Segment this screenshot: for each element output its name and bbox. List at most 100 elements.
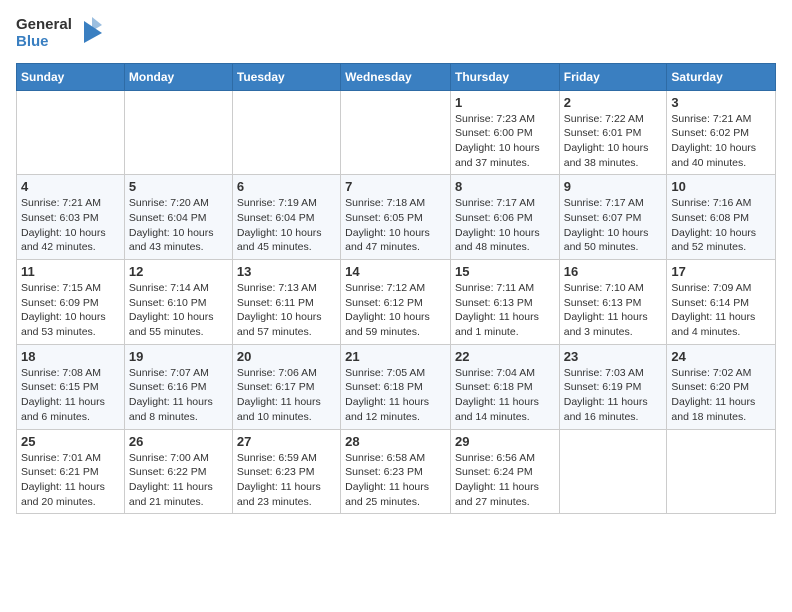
day-number: 27	[237, 434, 336, 449]
week-row-2: 4 Sunrise: 7:21 AM Sunset: 6:03 PM Daylig…	[17, 175, 776, 260]
day-info: Sunrise: 7:13 AM Sunset: 6:11 PM Dayligh…	[237, 281, 336, 340]
day-info: Sunrise: 6:58 AM Sunset: 6:23 PM Dayligh…	[345, 451, 446, 510]
day-info: Sunrise: 7:07 AM Sunset: 6:16 PM Dayligh…	[129, 366, 228, 425]
day-number: 8	[455, 179, 555, 194]
day-info: Sunrise: 6:59 AM Sunset: 6:23 PM Dayligh…	[237, 451, 336, 510]
day-number: 23	[564, 349, 663, 364]
day-number: 12	[129, 264, 228, 279]
day-number: 2	[564, 95, 663, 110]
weekday-header-friday: Friday	[559, 63, 667, 90]
week-row-1: 1 Sunrise: 7:23 AM Sunset: 6:00 PM Daylig…	[17, 90, 776, 175]
day-number: 3	[671, 95, 771, 110]
calendar-cell	[17, 90, 125, 175]
day-info: Sunrise: 7:22 AM Sunset: 6:01 PM Dayligh…	[564, 112, 663, 171]
day-number: 10	[671, 179, 771, 194]
day-info: Sunrise: 7:12 AM Sunset: 6:12 PM Dayligh…	[345, 281, 446, 340]
day-number: 29	[455, 434, 555, 449]
day-info: Sunrise: 7:03 AM Sunset: 6:19 PM Dayligh…	[564, 366, 663, 425]
day-info: Sunrise: 7:15 AM Sunset: 6:09 PM Dayligh…	[21, 281, 120, 340]
logo-text-general: General	[16, 16, 72, 33]
calendar-cell: 6Sunrise: 7:19 AM Sunset: 6:04 PM Daylig…	[232, 175, 340, 260]
day-info: Sunrise: 7:08 AM Sunset: 6:15 PM Dayligh…	[21, 366, 120, 425]
day-info: Sunrise: 7:10 AM Sunset: 6:13 PM Dayligh…	[564, 281, 663, 340]
calendar-cell	[559, 429, 667, 514]
calendar-table: SundayMondayTuesdayWednesdayThursdayFrid…	[16, 63, 776, 515]
calendar-cell: 10 Sunrise: 7:16 AM Sunset: 6:08 PM Dayli…	[667, 175, 776, 260]
day-info: Sunrise: 7:16 AM Sunset: 6:08 PM Dayligh…	[671, 196, 771, 255]
day-info: Sunrise: 7:18 AM Sunset: 6:05 PM Dayligh…	[345, 196, 446, 255]
day-info: Sunrise: 7:21 AM Sunset: 6:02 PM Dayligh…	[671, 112, 771, 171]
day-number: 26	[129, 434, 228, 449]
calendar-cell: 2 Sunrise: 7:22 AM Sunset: 6:01 PM Daylig…	[559, 90, 667, 175]
calendar-cell: 13Sunrise: 7:13 AM Sunset: 6:11 PM Dayli…	[232, 260, 340, 345]
weekday-header-row: SundayMondayTuesdayWednesdayThursdayFrid…	[17, 63, 776, 90]
day-info: Sunrise: 7:21 AM Sunset: 6:03 PM Dayligh…	[21, 196, 120, 255]
calendar-cell: 16 Sunrise: 7:10 AM Sunset: 6:13 PM Dayli…	[559, 260, 667, 345]
day-number: 28	[345, 434, 446, 449]
day-number: 1	[455, 95, 555, 110]
day-info: Sunrise: 7:06 AM Sunset: 6:17 PM Dayligh…	[237, 366, 336, 425]
week-row-3: 11 Sunrise: 7:15 AM Sunset: 6:09 PM Dayli…	[17, 260, 776, 345]
calendar-cell: 19 Sunrise: 7:07 AM Sunset: 6:16 PM Dayli…	[124, 344, 232, 429]
calendar-cell: 24Sunrise: 7:02 AM Sunset: 6:20 PM Dayli…	[667, 344, 776, 429]
day-info: Sunrise: 7:01 AM Sunset: 6:21 PM Dayligh…	[21, 451, 120, 510]
day-number: 16	[564, 264, 663, 279]
weekday-header-sunday: Sunday	[17, 63, 125, 90]
calendar-cell: 15 Sunrise: 7:11 AM Sunset: 6:13 PM Dayli…	[450, 260, 559, 345]
week-row-4: 18 Sunrise: 7:08 AM Sunset: 6:15 PM Dayli…	[17, 344, 776, 429]
calendar-cell: 4 Sunrise: 7:21 AM Sunset: 6:03 PM Daylig…	[17, 175, 125, 260]
calendar-cell: 17 Sunrise: 7:09 AM Sunset: 6:14 PM Dayli…	[667, 260, 776, 345]
day-info: Sunrise: 7:00 AM Sunset: 6:22 PM Dayligh…	[129, 451, 228, 510]
weekday-header-tuesday: Tuesday	[232, 63, 340, 90]
logo: General Blue	[16, 16, 106, 51]
day-number: 19	[129, 349, 228, 364]
calendar-cell: 28 Sunrise: 6:58 AM Sunset: 6:23 PM Dayli…	[341, 429, 451, 514]
weekday-header-thursday: Thursday	[450, 63, 559, 90]
calendar-cell: 8Sunrise: 7:17 AM Sunset: 6:06 PM Daylig…	[450, 175, 559, 260]
calendar-cell: 27 Sunrise: 6:59 AM Sunset: 6:23 PM Dayli…	[232, 429, 340, 514]
calendar-cell: 7 Sunrise: 7:18 AM Sunset: 6:05 PM Daylig…	[341, 175, 451, 260]
calendar-cell	[124, 90, 232, 175]
calendar-cell: 18 Sunrise: 7:08 AM Sunset: 6:15 PM Dayli…	[17, 344, 125, 429]
day-number: 7	[345, 179, 446, 194]
day-info: Sunrise: 6:56 AM Sunset: 6:24 PM Dayligh…	[455, 451, 555, 510]
calendar-cell: 9 Sunrise: 7:17 AM Sunset: 6:07 PM Daylig…	[559, 175, 667, 260]
day-number: 14	[345, 264, 446, 279]
day-info: Sunrise: 7:23 AM Sunset: 6:00 PM Dayligh…	[455, 112, 555, 171]
day-number: 17	[671, 264, 771, 279]
day-number: 5	[129, 179, 228, 194]
calendar-cell: 21 Sunrise: 7:05 AM Sunset: 6:18 PM Dayli…	[341, 344, 451, 429]
page-header: General Blue	[16, 16, 776, 51]
calendar-cell: 12 Sunrise: 7:14 AM Sunset: 6:10 PM Dayli…	[124, 260, 232, 345]
day-number: 22	[455, 349, 555, 364]
day-info: Sunrise: 7:17 AM Sunset: 6:07 PM Dayligh…	[564, 196, 663, 255]
calendar-cell: 23 Sunrise: 7:03 AM Sunset: 6:19 PM Dayli…	[559, 344, 667, 429]
day-number: 9	[564, 179, 663, 194]
calendar-cell: 22Sunrise: 7:04 AM Sunset: 6:18 PM Dayli…	[450, 344, 559, 429]
day-number: 25	[21, 434, 120, 449]
day-number: 4	[21, 179, 120, 194]
day-number: 6	[237, 179, 336, 194]
weekday-header-wednesday: Wednesday	[341, 63, 451, 90]
calendar-cell: 14 Sunrise: 7:12 AM Sunset: 6:12 PM Dayli…	[341, 260, 451, 345]
day-number: 18	[21, 349, 120, 364]
calendar-cell: 11 Sunrise: 7:15 AM Sunset: 6:09 PM Dayli…	[17, 260, 125, 345]
day-info: Sunrise: 7:05 AM Sunset: 6:18 PM Dayligh…	[345, 366, 446, 425]
week-row-5: 25 Sunrise: 7:01 AM Sunset: 6:21 PM Dayli…	[17, 429, 776, 514]
day-number: 20	[237, 349, 336, 364]
calendar-cell: 25 Sunrise: 7:01 AM Sunset: 6:21 PM Dayli…	[17, 429, 125, 514]
logo-arrow-icon	[74, 17, 106, 49]
calendar-cell: 5 Sunrise: 7:20 AM Sunset: 6:04 PM Daylig…	[124, 175, 232, 260]
day-info: Sunrise: 7:11 AM Sunset: 6:13 PM Dayligh…	[455, 281, 555, 340]
day-number: 15	[455, 264, 555, 279]
calendar-cell: 1 Sunrise: 7:23 AM Sunset: 6:00 PM Daylig…	[450, 90, 559, 175]
calendar-cell	[341, 90, 451, 175]
calendar-cell: 26 Sunrise: 7:00 AM Sunset: 6:22 PM Dayli…	[124, 429, 232, 514]
day-info: Sunrise: 7:20 AM Sunset: 6:04 PM Dayligh…	[129, 196, 228, 255]
day-info: Sunrise: 7:14 AM Sunset: 6:10 PM Dayligh…	[129, 281, 228, 340]
weekday-header-monday: Monday	[124, 63, 232, 90]
day-number: 11	[21, 264, 120, 279]
day-info: Sunrise: 7:09 AM Sunset: 6:14 PM Dayligh…	[671, 281, 771, 340]
day-number: 21	[345, 349, 446, 364]
weekday-header-saturday: Saturday	[667, 63, 776, 90]
